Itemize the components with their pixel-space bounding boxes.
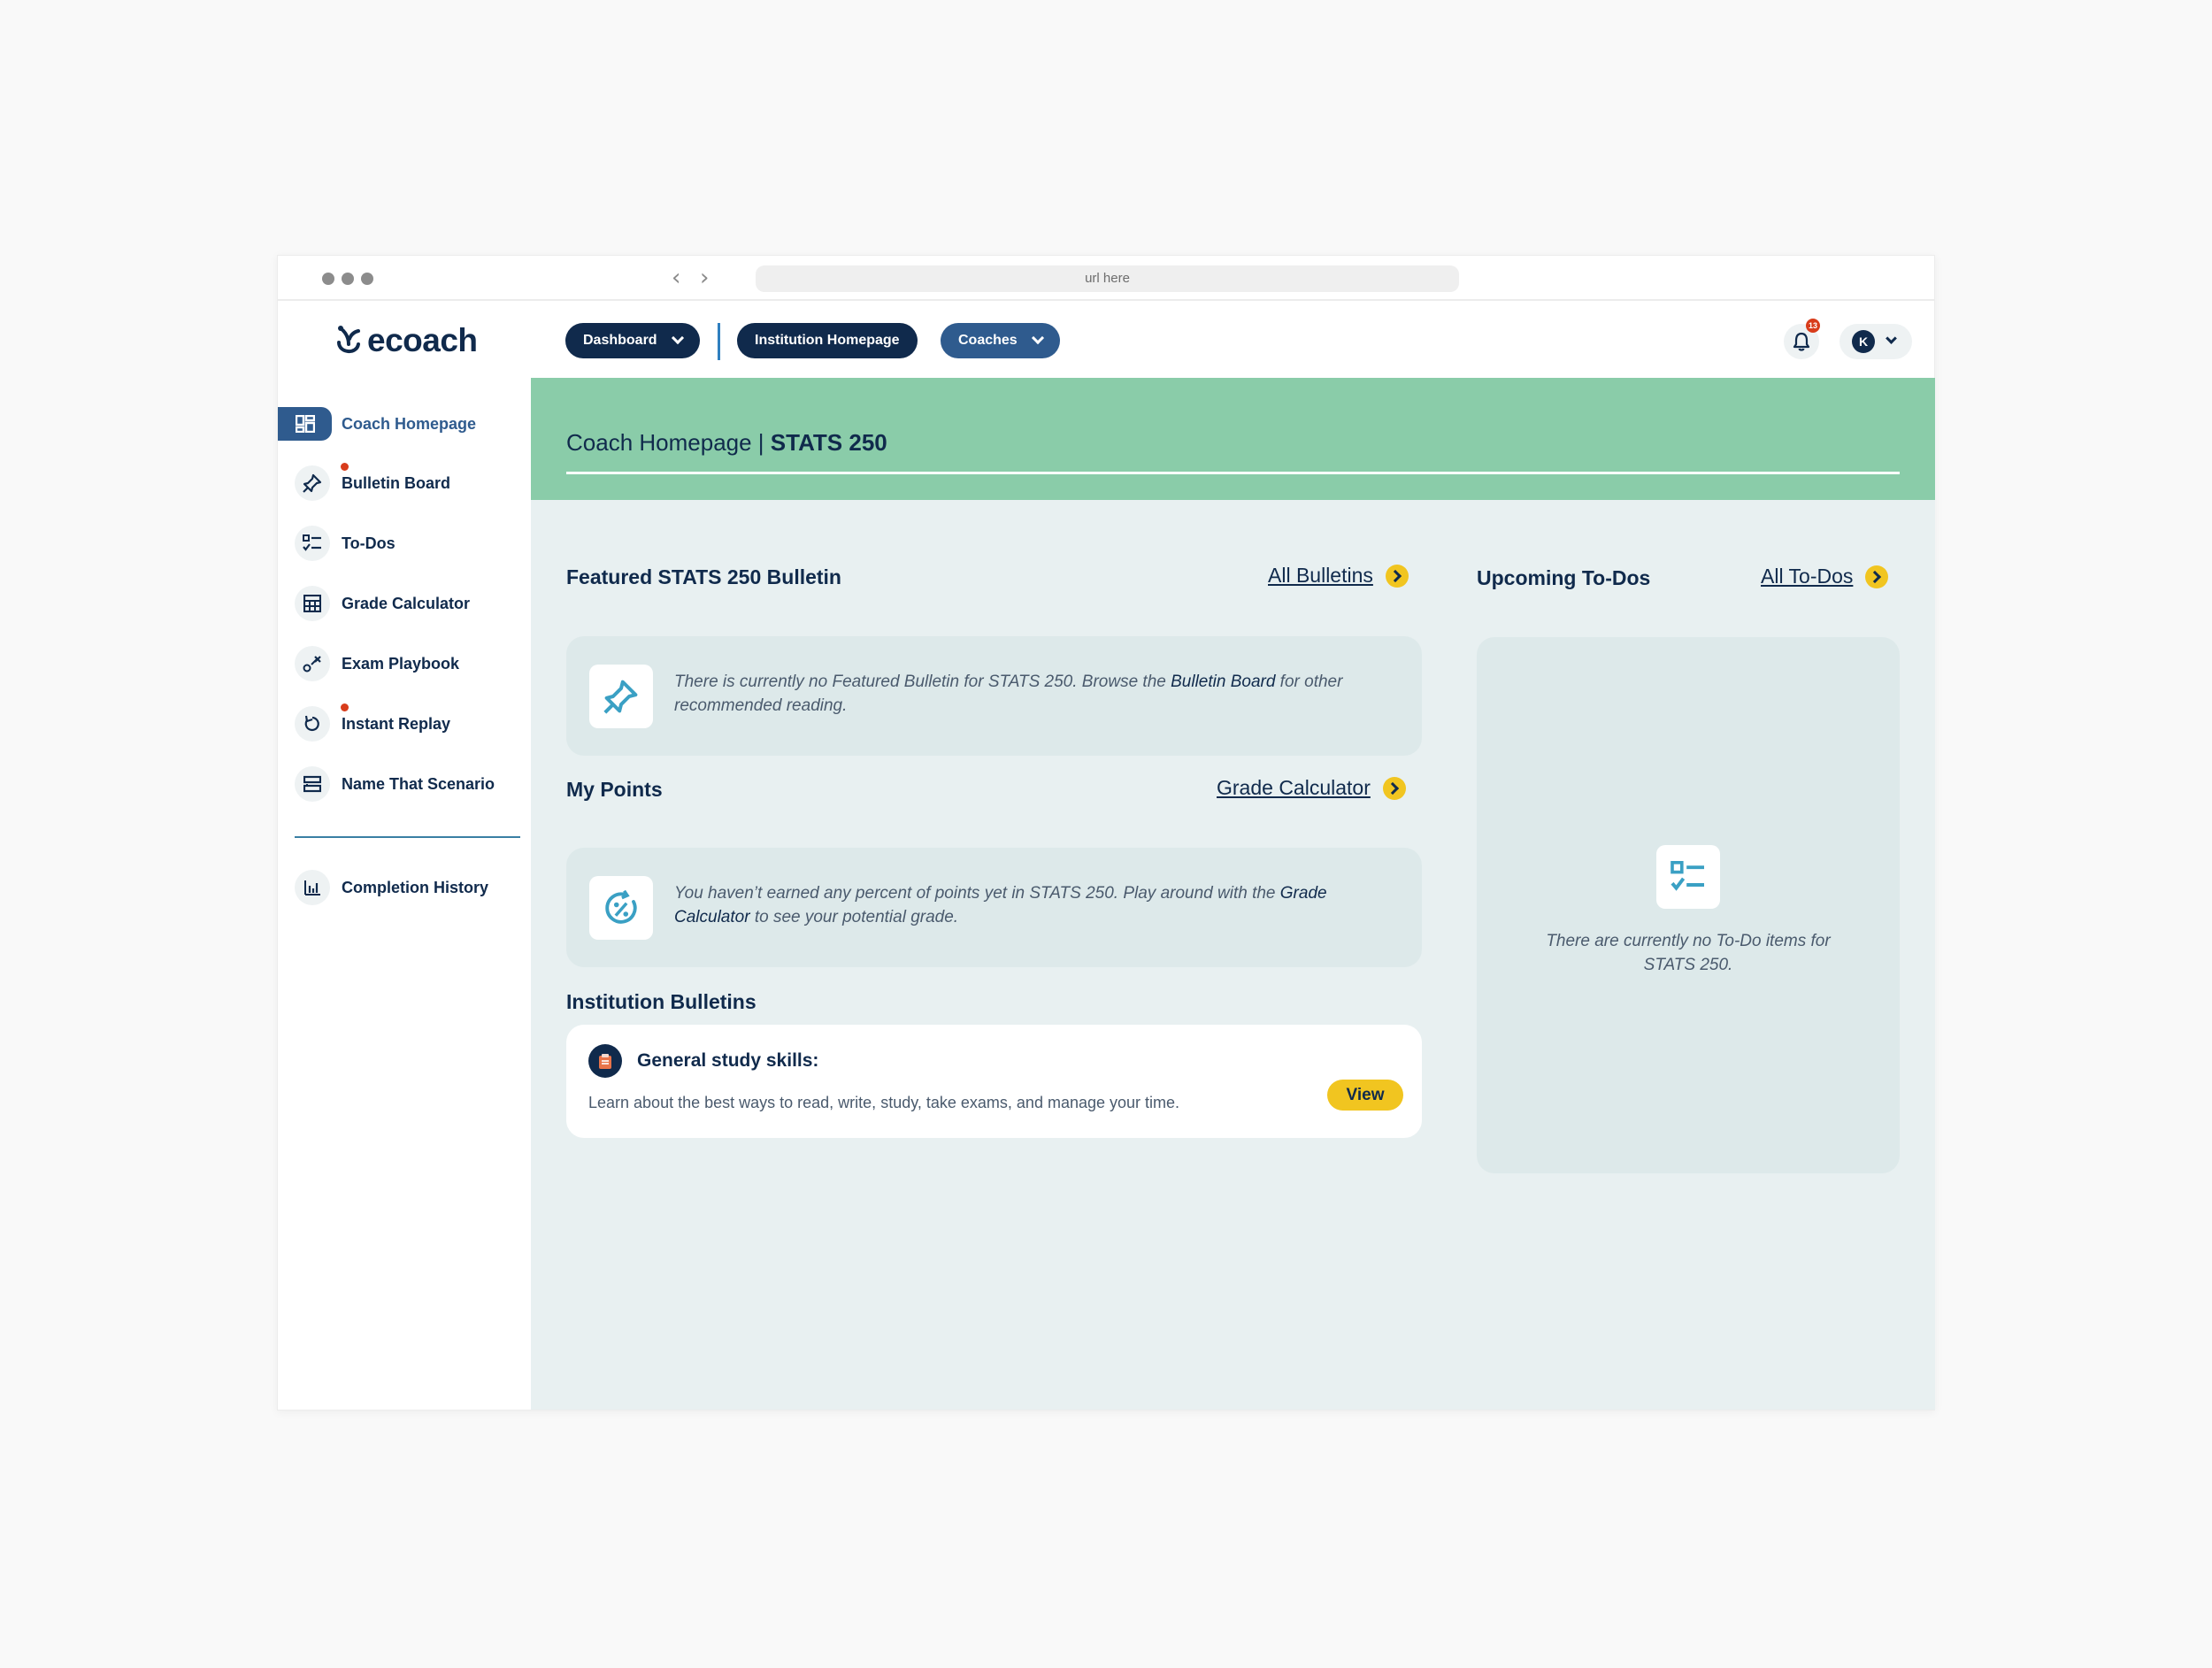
sidebar-item-bulletin-board[interactable]: Bulletin Board (278, 463, 531, 502)
logo[interactable]: ecoach (334, 322, 478, 359)
pushpin-icon (295, 463, 349, 501)
banner-divider (566, 472, 1900, 474)
window-dot[interactable] (342, 273, 354, 285)
sidebar-item-label: Bulletin Board (342, 473, 451, 492)
message-text: You haven’t earned any percent of points… (674, 884, 1280, 903)
sidebar-item-label: Instant Replay (342, 714, 451, 733)
coaches-label: Coaches (958, 333, 1018, 348)
unread-dot (341, 463, 349, 471)
browser-window: ‹ › url here ecoach Dashboard Institutio… (277, 255, 1935, 1410)
sprout-icon (337, 326, 360, 353)
course-name: STATS 250 (770, 429, 887, 456)
notification-badge: 13 (1806, 319, 1820, 333)
scenario-icon (295, 766, 330, 802)
sidebar-item-exam-playbook[interactable]: Exam Playbook (278, 645, 531, 682)
window-dot[interactable] (322, 273, 334, 285)
sidebar-item-name-that-scenario[interactable]: Name That Scenario (278, 765, 531, 803)
clipboard-icon (588, 1044, 622, 1078)
bulletin-description: Learn about the best ways to read, write… (588, 1094, 1180, 1111)
message-text: There is currently no Featured Bulletin … (674, 673, 1171, 691)
page-title-separator: | (751, 429, 771, 456)
app-header: ecoach Dashboard Institution Homepage Co… (278, 303, 1934, 378)
institution-homepage-label: Institution Homepage (755, 333, 900, 348)
unread-dot (341, 703, 349, 711)
playbook-icon (295, 646, 330, 681)
view-button[interactable]: View (1327, 1080, 1403, 1111)
coaches-dropdown[interactable]: Coaches (941, 323, 1060, 358)
institution-homepage-button[interactable]: Institution Homepage (737, 323, 918, 358)
chevron-down-icon (1031, 331, 1044, 345)
my-points-message: You haven’t earned any percent of points… (674, 881, 1400, 929)
checklist-icon (295, 526, 330, 561)
profile-menu[interactable]: K (1839, 324, 1912, 359)
percent-icon (589, 876, 653, 940)
replay-icon (295, 703, 349, 742)
page-title-text: Coach Homepage (566, 429, 752, 456)
sidebar-item-label: Completion History (342, 878, 489, 896)
grade-calculator-label: Grade Calculator (1217, 776, 1371, 799)
sidebar-item-label: Name That Scenario (342, 774, 495, 793)
bulletin-board-link[interactable]: Bulletin Board (1171, 673, 1275, 691)
dashboard-label: Dashboard (583, 333, 657, 348)
message-text: to see your potential grade. (749, 908, 959, 926)
my-points-heading: My Points (566, 778, 663, 801)
sidebar-item-grade-calculator[interactable]: Grade Calculator (278, 585, 531, 622)
bulletin-title: General study skills: (637, 1050, 819, 1071)
browser-chrome: ‹ › url here (278, 256, 1934, 301)
back-arrow-icon[interactable]: ‹ (672, 266, 680, 289)
dashboard-dropdown[interactable]: Dashboard (565, 323, 700, 358)
sidebar-item-label: Coach Homepage (342, 414, 477, 433)
institution-bulletins-heading: Institution Bulletins (566, 990, 757, 1013)
calculator-icon (295, 586, 330, 621)
avatar: K (1852, 330, 1875, 353)
todos-empty-message: There are currently no To-Do items for S… (1546, 932, 1831, 974)
sidebar-item-label: Exam Playbook (342, 654, 460, 673)
page-banner: Coach Homepage | STATS 250 (531, 378, 1935, 500)
sidebar-item-label: To-Dos (342, 534, 396, 552)
sidebar-item-completion-history[interactable]: Completion History (278, 869, 531, 906)
notifications-button[interactable]: 13 (1784, 319, 1820, 359)
url-bar[interactable]: url here (756, 265, 1459, 292)
dashboard-icon (278, 407, 332, 441)
window-dot[interactable] (361, 273, 373, 285)
sidebar: Coach Homepage Bulletin Board To-Dos Gra… (278, 378, 531, 1410)
sidebar-item-todos[interactable]: To-Dos (278, 525, 531, 562)
featured-bulletin-message: There is currently no Featured Bulletin … (674, 670, 1400, 718)
grade-calculator-link[interactable]: Grade Calculator (1217, 776, 1406, 800)
institution-bulletin-card: General study skills: Learn about the be… (566, 1025, 1422, 1138)
forward-arrow-icon[interactable]: › (700, 266, 709, 289)
chevron-down-icon (671, 331, 684, 345)
upcoming-todos-heading: Upcoming To-Dos (1477, 566, 1651, 589)
nav-divider (718, 323, 720, 360)
all-bulletins-link[interactable]: All Bulletins (1268, 564, 1409, 588)
all-todos-label: All To-Dos (1761, 565, 1854, 588)
chevron-right-icon (1865, 565, 1889, 588)
checklist-icon (1656, 845, 1720, 909)
sidebar-item-coach-homepage[interactable]: Coach Homepage (278, 405, 531, 442)
sidebar-item-instant-replay[interactable]: Instant Replay (278, 703, 531, 742)
pushpin-icon (589, 665, 653, 728)
page-title: Coach Homepage | STATS 250 (566, 429, 887, 457)
chevron-down-icon (1886, 333, 1897, 344)
sidebar-divider (295, 836, 520, 838)
all-bulletins-label: All Bulletins (1268, 564, 1373, 587)
all-todos-link[interactable]: All To-Dos (1761, 565, 1889, 588)
main-content: Coach Homepage | STATS 250 Featured STAT… (531, 378, 1935, 1410)
sidebar-item-label: Grade Calculator (342, 594, 471, 612)
featured-bulletin-card: There is currently no Featured Bulletin … (566, 636, 1422, 756)
my-points-card: You haven’t earned any percent of points… (566, 848, 1422, 967)
bar-chart-icon (295, 870, 330, 905)
logo-text: ecoach (367, 322, 478, 358)
bell-icon (1793, 332, 1810, 351)
todos-panel: There are currently no To-Do items for S… (1477, 637, 1900, 1173)
chevron-right-icon (1382, 776, 1406, 800)
chevron-right-icon (1385, 564, 1409, 588)
featured-bulletin-heading: Featured STATS 250 Bulletin (566, 565, 841, 588)
